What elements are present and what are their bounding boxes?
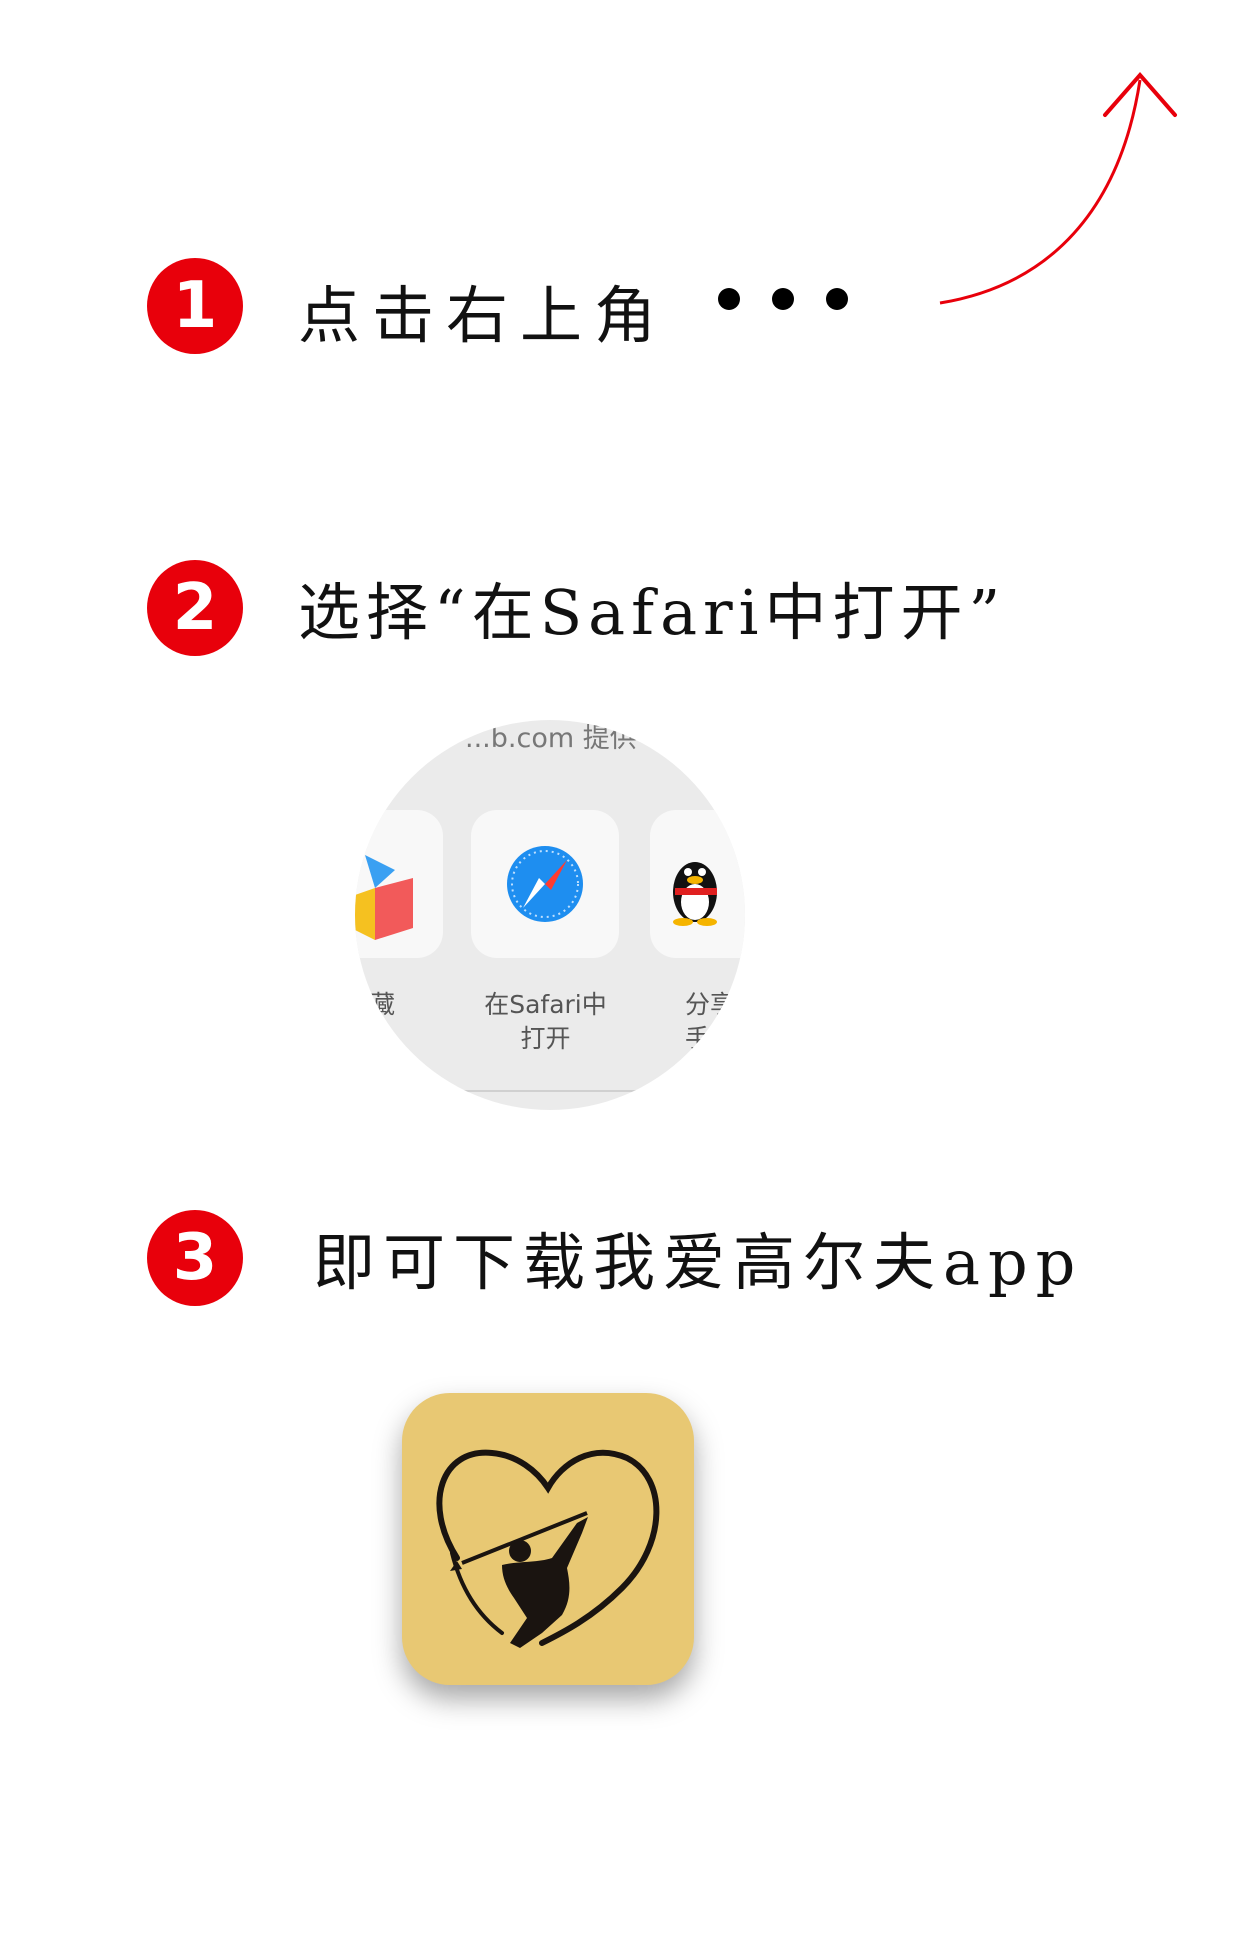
- step-2-text: 选择“在Safari中打开”: [298, 576, 1007, 649]
- golf-heart-logo: [436, 1449, 660, 1648]
- open-in-safari-label-line2: 打开: [520, 1024, 571, 1053]
- step-1-number: 1: [172, 269, 218, 343]
- more-dots-icon: [718, 288, 848, 310]
- step-3-number: 3: [172, 1221, 218, 1295]
- bookmark-app-icon: [355, 855, 413, 940]
- share-tile-right-label: 分享 手: [685, 988, 735, 1056]
- step-1-text: 点击右上角: [298, 279, 669, 352]
- open-in-safari-label: 在Safari中 打开: [468, 988, 623, 1056]
- share-tile-left-label: 藏: [370, 990, 396, 1019]
- safari-compass-icon: [507, 846, 583, 922]
- share-tile-right-label-line2: 手: [685, 1024, 711, 1053]
- share-tile-right: [650, 810, 745, 958]
- share-sheet-url: ...b.com 提供: [465, 723, 637, 754]
- step-3-text: 即可下载我爱高尔夫app: [313, 1226, 1084, 1299]
- step-2-number: 2: [172, 571, 218, 645]
- share-tile-right-label-line1: 分享: [685, 990, 736, 1019]
- share-sheet-divider: [355, 1090, 745, 1092]
- step-1-badge: 1: [147, 258, 243, 354]
- qq-penguin-icon: [673, 862, 717, 926]
- step-3-badge: 3: [147, 1210, 243, 1306]
- open-in-safari-button[interactable]: [471, 810, 619, 958]
- step-2-badge: 2: [147, 560, 243, 656]
- share-tile-left: [355, 810, 443, 958]
- share-sheet-magnifier: ...b.com 提供 藏 在Safari中 打开 分享 手: [355, 720, 745, 1110]
- golf-heart-app-icon[interactable]: [402, 1393, 694, 1685]
- open-in-safari-label-line1: 在Safari中: [484, 990, 607, 1019]
